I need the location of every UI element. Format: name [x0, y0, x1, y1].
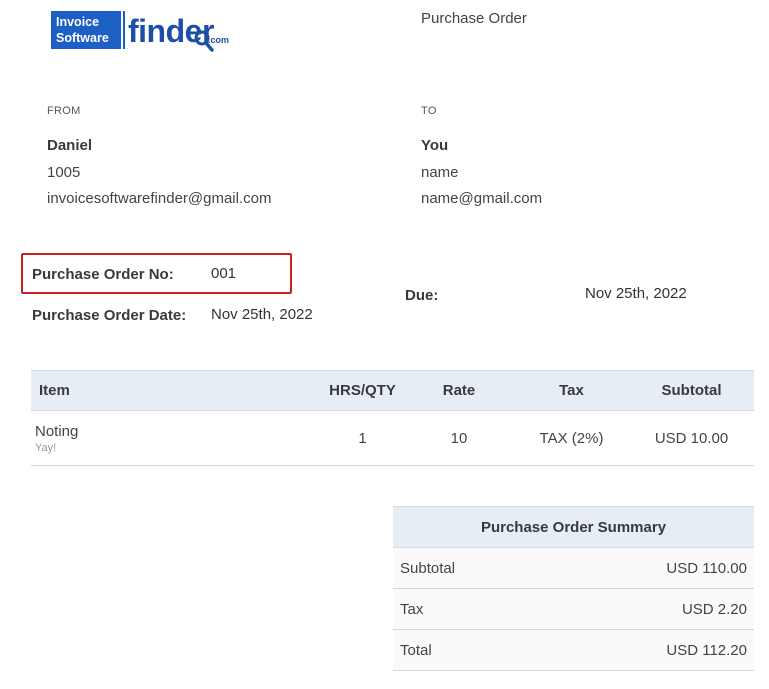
due-label: Due: — [405, 287, 439, 304]
col-rate: Rate — [404, 370, 514, 411]
col-qty: HRS/QTY — [261, 370, 404, 411]
qty-cell: 1 — [261, 410, 404, 466]
from-label: FROM — [47, 105, 81, 117]
table-row: Noting Yay! 1 10 TAX (2%) USD 10.00 — [31, 410, 754, 466]
items-header-row: Item HRS/QTY Rate Tax Subtotal — [31, 370, 754, 411]
col-subtotal: Subtotal — [629, 370, 754, 411]
po-date-label: Purchase Order Date: — [32, 307, 187, 324]
summary-row-tax: Tax USD 2.20 — [393, 588, 754, 630]
po-number-value: 001 — [211, 265, 237, 282]
summary-label: Subtotal — [393, 547, 546, 589]
summary-value: USD 2.20 — [545, 588, 754, 630]
to-address: name — [421, 164, 459, 181]
item-name: Noting — [35, 422, 79, 440]
from-address: 1005 — [47, 164, 81, 181]
summary-table: Purchase Order Summary Subtotal USD 110.… — [393, 506, 754, 671]
col-tax: Tax — [514, 370, 629, 411]
from-email: invoicesoftwarefinder@gmail.com — [47, 190, 272, 207]
po-number-label: Purchase Order No: — [32, 266, 174, 283]
po-date-value: Nov 25th, 2022 — [211, 306, 313, 323]
subtotal-cell: USD 10.00 — [629, 410, 754, 466]
to-email: name@gmail.com — [421, 190, 543, 207]
summary-label: Total — [393, 629, 546, 671]
to-name: You — [421, 137, 449, 154]
company-logo: Invoice Software finder .com — [51, 11, 231, 55]
summary-title: Purchase Order Summary — [393, 506, 754, 548]
summary-label: Tax — [393, 588, 546, 630]
logo-badge: Invoice Software — [51, 11, 121, 49]
summary-row-total: Total USD 112.20 — [393, 629, 754, 671]
document-title: Purchase Order — [421, 10, 527, 27]
from-name: Daniel — [47, 137, 93, 154]
item-cell: Noting Yay! — [31, 410, 261, 466]
col-item: Item — [31, 370, 261, 411]
items-table: Item HRS/QTY Rate Tax Subtotal Noting Ya… — [31, 370, 754, 466]
tax-cell: TAX (2%) — [514, 410, 629, 466]
summary-value: USD 112.20 — [545, 629, 754, 671]
due-value: Nov 25th, 2022 — [585, 285, 687, 302]
logo-tld: .com — [208, 35, 230, 45]
summary-value: USD 110.00 — [545, 547, 754, 589]
to-label: TO — [421, 105, 437, 117]
summary-row-subtotal: Subtotal USD 110.00 — [393, 547, 754, 589]
rate-cell: 10 — [404, 410, 514, 466]
logo-divider — [123, 11, 125, 49]
item-description: Yay! — [35, 441, 57, 454]
